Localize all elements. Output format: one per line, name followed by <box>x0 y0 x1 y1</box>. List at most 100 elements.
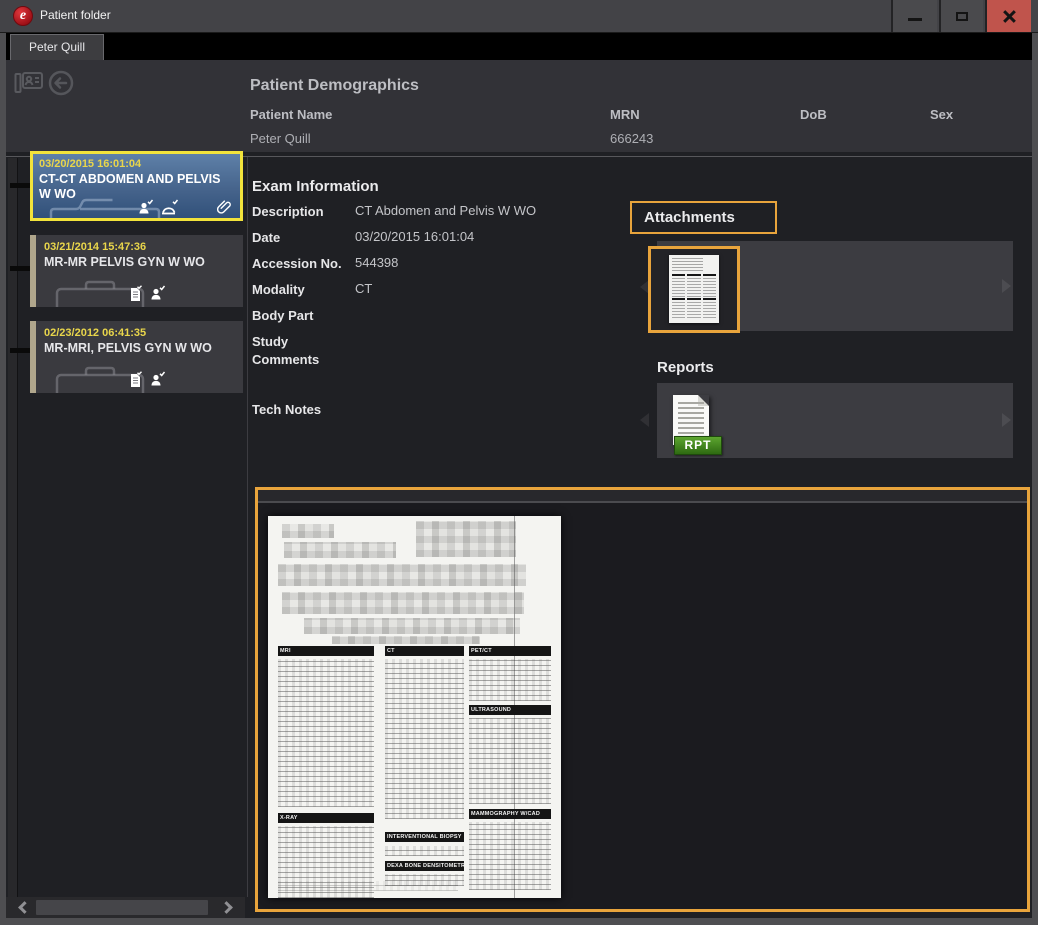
demographics-title: Patient Demographics <box>250 77 419 95</box>
attachment-thumbnail-selected[interactable] <box>648 246 740 333</box>
exam-card-edge <box>30 321 36 393</box>
person-check-icon <box>149 285 166 301</box>
exam-date: 03/21/2014 15:47:36 <box>44 241 237 253</box>
value-mrn: 666243 <box>610 131 653 146</box>
person-check-icon <box>137 199 154 215</box>
header-sex: Sex <box>930 107 953 122</box>
text-noise <box>278 881 458 891</box>
field-label: Modality <box>252 281 352 299</box>
redacted-region <box>332 636 480 644</box>
report-text-lines <box>678 401 704 439</box>
carousel-right-arrow[interactable] <box>1002 279 1011 293</box>
text-noise <box>385 659 464 819</box>
field-value: CT <box>355 281 615 296</box>
person-check-icon <box>149 371 166 387</box>
scrollbar-thumb[interactable] <box>36 900 208 915</box>
reader-check-icon <box>160 199 179 215</box>
form-section-header: MRI <box>278 646 374 656</box>
exam-card-selected[interactable]: 03/20/2015 16:01:04 CT-CT ABDOMEN AND PE… <box>30 151 243 221</box>
window-title: Patient folder <box>40 8 111 22</box>
form-section-header: PET/CT <box>469 646 551 656</box>
sidebar-horizontal-scrollbar[interactable] <box>6 897 245 918</box>
header-patient-name: Patient Name <box>250 107 332 122</box>
field-label: Description <box>252 203 352 221</box>
reports-strip: RPT <box>657 383 1013 458</box>
preview-scrollbar[interactable] <box>258 490 1027 503</box>
minimize-button[interactable] <box>891 0 937 32</box>
attachments-highlight-box: Attachments <box>630 201 777 234</box>
redacted-region <box>282 524 334 538</box>
rpt-badge: RPT <box>674 436 722 455</box>
value-patient-name: Peter Quill <box>250 131 311 146</box>
text-noise <box>278 659 374 807</box>
field-value: 03/20/2015 16:01:04 <box>355 229 615 244</box>
back-button[interactable] <box>48 70 74 101</box>
exam-date: 02/23/2012 06:41:35 <box>44 327 237 339</box>
exam-title: MR-MRI, PELVIS GYN W WO <box>44 341 237 356</box>
redacted-region <box>304 618 520 634</box>
exam-date: 03/20/2015 16:01:04 <box>39 158 234 170</box>
tab-peter-quill[interactable]: Peter Quill <box>10 34 104 60</box>
thumbnail-column <box>703 274 716 318</box>
form-section-header: MAMMOGRAPHY W/CAD <box>469 809 551 819</box>
exam-title: MR-MR PELVIS GYN W WO <box>44 255 237 270</box>
field-value: 544398 <box>355 255 615 270</box>
app-logo-icon: e <box>13 6 33 26</box>
field-label: Body Part <box>252 307 352 325</box>
field-label: Tech Notes <box>252 401 352 419</box>
thumbnail-column <box>687 274 700 318</box>
scroll-left-arrow[interactable] <box>18 901 31 914</box>
redacted-region <box>278 564 526 586</box>
close-button[interactable] <box>985 0 1031 32</box>
maximize-button[interactable] <box>939 0 983 32</box>
minimize-icon <box>908 18 922 21</box>
thumbnail-columns <box>672 274 716 318</box>
form-section-header: INTERVENTIONAL BIOPSY <box>385 832 464 842</box>
timeline-tick <box>10 266 32 271</box>
redacted-region <box>284 542 396 558</box>
carousel-left-arrow[interactable] <box>640 413 649 427</box>
document-check-icon <box>128 285 143 301</box>
thumbnail-column <box>672 274 685 318</box>
form-section-header: X-RAY <box>278 813 374 823</box>
header-mrn: MRN <box>610 107 640 122</box>
text-noise <box>469 822 551 890</box>
exam-card[interactable]: 03/21/2014 15:47:36 MR-MR PELVIS GYN W W… <box>30 235 243 307</box>
report-document-icon[interactable]: RPT <box>673 395 709 445</box>
document-check-icon <box>128 371 143 387</box>
exam-card-edge <box>30 235 36 307</box>
exam-card[interactable]: 02/23/2012 06:41:35 MR-MRI, PELVIS GYN W… <box>30 321 243 393</box>
patient-card-toolbar-button[interactable] <box>14 70 44 101</box>
tab-bar: Peter Quill <box>6 33 1032 60</box>
scroll-right-arrow[interactable] <box>220 901 233 914</box>
title-bar: e Patient folder <box>0 0 1038 33</box>
text-noise <box>469 659 551 701</box>
carousel-right-arrow[interactable] <box>1002 413 1011 427</box>
patient-folder-window: e Patient folder Peter Quill Patient Dem… <box>0 0 1038 925</box>
maximize-icon <box>956 12 968 21</box>
reports-title: Reports <box>657 359 714 376</box>
demographics-panel: Patient Demographics Patient Name MRN Do… <box>6 60 1032 152</box>
text-noise <box>385 846 464 856</box>
timeline-tick <box>10 183 32 188</box>
attachment-preview-panel: MRI CT PET/CT ULTRASOUND X-RAY INTERVENT… <box>255 487 1030 912</box>
text-noise <box>469 718 551 804</box>
thumbnail-text-noise <box>672 258 703 271</box>
field-label: Study Comments <box>252 333 352 368</box>
sidebar-divider <box>247 157 248 897</box>
field-label: Accession No. <box>252 255 352 273</box>
scanned-document-thumbnail <box>669 255 719 323</box>
field-value: CT Abdomen and Pelvis W WO <box>355 203 615 218</box>
form-section-header: DEXA BONE DENSITOMETRY <box>385 861 464 871</box>
form-section-header: CT <box>385 646 464 656</box>
timeline-tick <box>10 348 32 353</box>
redacted-region <box>282 592 524 614</box>
paperclip-icon <box>217 199 232 215</box>
redacted-region <box>416 521 516 557</box>
attachments-title: Attachments <box>644 209 735 226</box>
exam-info-title: Exam Information <box>252 178 379 195</box>
field-label: Date <box>252 229 352 247</box>
header-dob: DoB <box>800 107 827 122</box>
form-section-header: ULTRASOUND <box>469 705 551 715</box>
scanned-requisition-document: MRI CT PET/CT ULTRASOUND X-RAY INTERVENT… <box>268 516 561 898</box>
